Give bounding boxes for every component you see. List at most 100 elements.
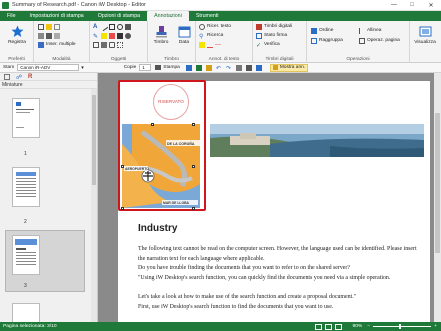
pen-tool-icon[interactable]: ✎ — [93, 33, 99, 40]
zoom-slider[interactable] — [373, 324, 432, 329]
resize-handle[interactable] — [192, 165, 195, 168]
search-text-button[interactable]: Ricer. testo — [199, 23, 231, 30]
copies-input[interactable]: 1 — [139, 64, 152, 71]
digital-stamp-icon — [256, 23, 262, 30]
print-button[interactable]: Stampa — [155, 65, 180, 70]
resize-handle[interactable] — [151, 123, 154, 126]
text-tool-icon[interactable]: A — [93, 24, 99, 30]
link-icon[interactable] — [117, 41, 123, 48]
paragraph: "Using iW Desktop's search function, you… — [138, 275, 391, 281]
undo-icon[interactable]: ↶ — [216, 65, 222, 72]
layers-icon[interactable] — [245, 64, 252, 71]
single-page-view-icon[interactable] — [315, 323, 323, 330]
annotations-visible-icon — [272, 65, 278, 70]
thumbnails-tab-icon[interactable] — [4, 73, 10, 80]
page-ops-icon — [359, 37, 365, 44]
paragraph: Do you have trouble finding the document… — [138, 265, 350, 271]
line-tool-icon[interactable] — [99, 22, 109, 31]
snapshot-icon[interactable] — [54, 32, 60, 39]
properties-icon[interactable] — [255, 64, 262, 71]
thumbnail-number: 2 — [24, 219, 27, 225]
page-thumbnail-3[interactable] — [12, 235, 40, 275]
highlighter-icon[interactable] — [101, 32, 107, 39]
section-heading: Industry — [138, 223, 178, 234]
annotations-tab-icon[interactable]: R — [28, 74, 34, 80]
close-button[interactable]: ✕ — [421, 0, 441, 11]
redo-icon[interactable]: ↷ — [226, 65, 232, 72]
filled-ellipse-icon[interactable] — [125, 32, 131, 39]
zoom-icon[interactable] — [54, 23, 60, 30]
document-area: DE LA CORUÑA AEROPUERTO MAR DE LLOBA RIS… — [98, 73, 441, 322]
sticky-note-icon[interactable] — [109, 41, 115, 48]
date-button[interactable]: Data — [172, 23, 196, 53]
ribbon-tabs: File Impostazioni di stampa Opzioni di s… — [0, 11, 441, 21]
page-thumbnail-1[interactable] — [12, 98, 40, 138]
verify-button[interactable]: ✓ Verifica — [256, 41, 280, 49]
digital-stamps-button[interactable]: Timbri digitali — [256, 23, 292, 30]
chevron-down-icon[interactable]: ▾ — [81, 65, 84, 71]
tab-file[interactable]: File — [0, 11, 23, 21]
polygon-icon[interactable] — [93, 41, 99, 48]
document-scrollbar[interactable] — [434, 73, 441, 322]
ellipse-tool-icon[interactable] — [117, 23, 123, 30]
view-button[interactable]: Visualizza — [413, 23, 437, 53]
hand-icon[interactable] — [46, 23, 52, 30]
rotate-icon[interactable] — [195, 64, 202, 71]
select-icon[interactable] — [38, 23, 44, 30]
continuous-view-icon[interactable] — [325, 323, 333, 330]
resize-handle[interactable] — [121, 165, 124, 168]
resize-handle[interactable] — [192, 207, 195, 210]
annotation-icon[interactable] — [205, 64, 212, 71]
zoom-slider-thumb[interactable] — [399, 324, 402, 329]
stamp-button[interactable]: Timbro — [149, 23, 173, 53]
zoom-in-icon[interactable]: + — [434, 324, 437, 329]
filled-rect-icon[interactable] — [117, 32, 123, 39]
bookmarks-tab-icon[interactable]: ☍ — [16, 74, 22, 81]
group-objects: A ✎ Oggetti — [90, 21, 148, 63]
insert-multiple-button[interactable]: Inser. multiple — [38, 41, 76, 48]
property-bar: Stam Canon iR-ADV ▾ Copie 1 Stampa ↶ ↷ M… — [0, 63, 441, 73]
align-button[interactable]: Allinea — [359, 27, 381, 34]
stamp-status-button[interactable]: Stato firma — [256, 32, 287, 39]
page-thumbnail-2[interactable] — [12, 167, 40, 207]
crop-icon[interactable] — [46, 32, 52, 39]
underline-icon[interactable] — [207, 42, 213, 48]
register-button[interactable]: Registra — [5, 23, 29, 53]
show-annotations-toggle[interactable]: Mostra ann. — [269, 63, 309, 72]
selection-frame[interactable] — [118, 80, 206, 211]
strikeout-icon[interactable]: — — [215, 42, 221, 48]
text-select-icon[interactable] — [38, 32, 44, 39]
group-button[interactable]: Raggruppa — [311, 37, 343, 44]
resize-handle[interactable] — [121, 207, 124, 210]
scrollbar-thumb[interactable] — [92, 95, 96, 185]
view-mode-buttons — [315, 323, 343, 330]
save-icon[interactable] — [185, 64, 192, 71]
tab-annotations[interactable]: Annotazioni — [147, 11, 189, 21]
order-button[interactable]: Ordine — [311, 27, 333, 34]
zoom-out-icon[interactable]: − — [367, 324, 370, 329]
rectangle-tool-icon[interactable] — [109, 23, 115, 30]
minimize-button[interactable]: — — [385, 0, 403, 11]
red-pen-icon[interactable] — [109, 32, 115, 39]
page-thumbnail-4[interactable] — [12, 303, 40, 322]
clear-icon[interactable] — [235, 64, 242, 71]
printer-label: Stam — [3, 65, 15, 70]
group-favorites: Registra Preferiti — [0, 21, 34, 63]
two-page-view-icon[interactable] — [335, 323, 343, 330]
printer-select[interactable]: Canon iR-ADV — [17, 64, 80, 71]
maximize-button[interactable]: □ — [403, 0, 421, 11]
tab-print-options[interactable]: Opzioni di stampa — [91, 11, 147, 21]
scrollbar-thumb[interactable] — [435, 113, 440, 253]
cloud-icon[interactable] — [101, 41, 107, 48]
search-button[interactable]: ⚲ Ricerca — [199, 32, 223, 40]
tab-print-settings[interactable]: Impostazioni di stampa — [23, 11, 91, 21]
view-icon — [419, 26, 431, 37]
text-highlight-icon[interactable] — [199, 41, 205, 48]
tab-tools[interactable]: Strumenti — [189, 11, 226, 21]
status-bar: Pagina selezionata: 3/10 90% − + — [0, 322, 441, 331]
thumbnail-scrollbar[interactable] — [91, 89, 97, 322]
resize-handle[interactable] — [192, 123, 195, 126]
signature-status-icon — [256, 32, 262, 39]
page-ops-button[interactable]: Operaz. pagina — [359, 37, 400, 44]
arrow-tool-icon[interactable] — [125, 23, 131, 30]
